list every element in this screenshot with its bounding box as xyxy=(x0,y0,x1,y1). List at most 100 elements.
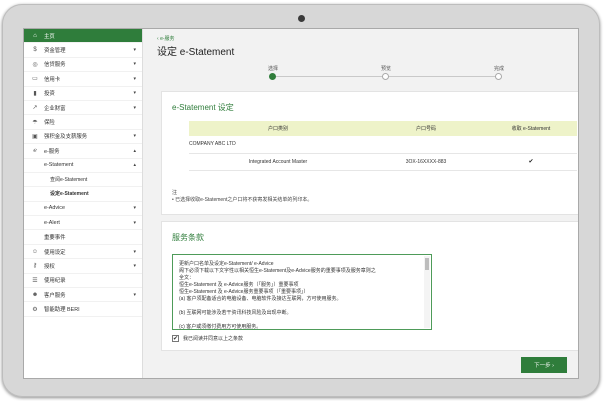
chevron-up-icon: ▴ xyxy=(133,162,136,169)
sidebar-item-label: 强积金及支薪服务 xyxy=(44,134,88,141)
sidebar-item[interactable]: ☂ 保险 xyxy=(24,115,142,130)
sidebar-item-label: e-服务 xyxy=(44,148,60,155)
sidebar-item-label: 企业财富 xyxy=(44,105,66,112)
sidebar-item-label: 投资 xyxy=(44,91,55,98)
note-text: • 已选择收取e-Statement之户口将不获寄发相关结单的列印本。 xyxy=(172,197,313,203)
receive-estatement-checkbox[interactable]: ✔ xyxy=(528,159,534,165)
lock-icon: ⚷ xyxy=(32,263,38,270)
sidebar-item-label: 设定e-Statement xyxy=(50,191,89,198)
sidebar-item[interactable]: 设定e-Statement xyxy=(24,187,142,202)
account-type-cell: Integrated Account Master xyxy=(189,153,367,171)
sidebar-nav: ⌂ 主页 $ 资金管理 ▾ ◎ 信贷服务 ▾ ▭ 信用卡 ▾ ▮ 投资 ▾ ↗ 企业财富 ▾ ☂ 保险 ▣ 强积金及支薪… xyxy=(24,29,143,378)
next-button[interactable]: 下一步 › xyxy=(521,357,567,373)
screen: ⌂ 主页 $ 资金管理 ▾ ◎ 信贷服务 ▾ ▭ 信用卡 ▾ ▮ 投资 ▾ ↗ 企业财富 ▾ ☂ 保险 ▣ 强积金及支薪… xyxy=(23,28,579,379)
terms-line: (a) 客户须配备适合的电脑设备、电脑软件及接达互联网，方可使用服务。 xyxy=(179,296,342,302)
sidebar-item[interactable]: 重要事件 xyxy=(24,230,142,245)
step-preview: 预览 xyxy=(366,65,406,80)
briefcase-icon: ▣ xyxy=(32,133,38,140)
terms-card: 服务条款 更新户口名单及设定e-Statement/ e-Advice 阁下必须下… xyxy=(161,221,578,351)
terms-textbox[interactable]: 更新户口名单及设定e-Statement/ e-Advice 阁下必须下载以下文字… xyxy=(172,254,432,330)
sidebar-item[interactable]: ⌂ 主页 xyxy=(24,29,142,44)
back-link[interactable]: ‹ e-服务 xyxy=(157,35,175,42)
chevron-down-icon: ▾ xyxy=(133,205,136,212)
sidebar-item[interactable]: ▮ 投资 ▾ xyxy=(24,87,142,101)
sidebar-item[interactable]: e-Statement ▴ xyxy=(24,159,142,173)
coins-icon: ◎ xyxy=(32,61,38,68)
sidebar-item[interactable]: $ 资金管理 ▾ xyxy=(24,43,142,58)
sidebar-item-label: 资金管理 xyxy=(44,48,66,55)
sidebar-item[interactable]: ↗ 企业财富 ▾ xyxy=(24,101,142,116)
col-receive-estatement: 收取 e-Statement xyxy=(485,121,577,136)
chevron-down-icon: ▾ xyxy=(133,133,136,140)
sidebar-item[interactable]: ℯ e-服务 ▴ xyxy=(24,144,142,159)
sidebar-item-label: e-Alert xyxy=(44,219,60,226)
sidebar-item[interactable]: ☰ 使用纪录 xyxy=(24,274,142,289)
step-dot xyxy=(382,73,389,80)
estatement-settings-card: e-Statement 设定 户口类别 户口号码 收取 e-Statement … xyxy=(161,91,578,215)
sidebar-item[interactable]: ▣ 强积金及支薪服务 ▾ xyxy=(24,130,142,145)
sidebar-item[interactable]: 查阅e-Statement xyxy=(24,173,142,188)
sidebar-item-label: 使用设定 xyxy=(44,249,66,256)
company-name: COMPANY ABC LTD xyxy=(189,136,577,154)
tablet-frame: ⌂ 主页 $ 资金管理 ▾ ◎ 信贷服务 ▾ ▭ 信用卡 ▾ ▮ 投资 ▾ ↗ 企业财富 ▾ ☂ 保险 ▣ 强积金及支薪… xyxy=(2,4,600,397)
terms-line: 恒生e-Statement 及 e-Advice服务重要事项（「重要事项」） xyxy=(179,289,309,295)
agree-label: 我已阅读并同意以上之条款 xyxy=(183,336,244,342)
account-number-cell: 3OX-16XXXX-883 xyxy=(367,153,485,171)
sidebar-item-label: 保险 xyxy=(44,120,55,127)
chevron-down-icon: ▾ xyxy=(133,47,136,54)
col-account-type: 户口类别 xyxy=(189,121,367,136)
terms-line xyxy=(179,317,417,324)
sidebar-item[interactable]: ◎ 信贷服务 ▾ xyxy=(24,58,142,73)
step-dot xyxy=(495,73,502,80)
terms-line: (b) 互联网可能涉及若干资讯科技风险及出现中断。 xyxy=(179,310,292,316)
e-service-icon: ℯ xyxy=(33,148,37,155)
sidebar-item-label: 客户服务 xyxy=(44,292,66,299)
sidebar-item[interactable]: e-Alert ▾ xyxy=(24,216,142,231)
sidebar-item[interactable]: e-Advice ▾ xyxy=(24,202,142,217)
sidebar-item[interactable]: ⚷ 授权 ▾ xyxy=(24,259,142,274)
robot-icon: ⚙ xyxy=(32,306,38,313)
terms-line: 阁下必须下载以下文字性以相关恒生e-Statement及e-Advice服务的重… xyxy=(179,268,376,274)
sidebar-item-label: 查阅e-Statement xyxy=(50,177,88,184)
sidebar-item[interactable]: ☺ 使用设定 ▾ xyxy=(24,245,142,260)
step-complete: 完成 xyxy=(479,65,519,80)
agree-checkbox[interactable]: ✔ xyxy=(172,335,179,342)
page-title: 设定 e-Statement xyxy=(157,47,235,58)
agree-terms[interactable]: ✔ 我已阅读并同意以上之条款 xyxy=(172,335,243,342)
terms-line xyxy=(179,303,417,310)
history-icon: ☰ xyxy=(32,277,38,284)
sidebar-item-label: 智能助理 BERI xyxy=(44,307,80,314)
terms-line: (c) 客户或须缴付费用方可使用服务。 xyxy=(179,324,262,330)
terms-line: 全文： xyxy=(179,275,195,281)
progress-steps: 选择 预览 完成 xyxy=(267,65,504,85)
chevron-down-icon: ▾ xyxy=(133,219,136,226)
sidebar-item-label: e-Statement xyxy=(44,162,74,169)
company-row: COMPANY ABC LTD xyxy=(189,136,577,154)
camera-icon xyxy=(298,15,305,22)
estatement-card-title: e-Statement 设定 xyxy=(172,103,234,112)
sidebar-item-label: e-Advice xyxy=(44,205,65,212)
chevron-down-icon: ▾ xyxy=(133,291,136,298)
main-content: ‹ e-服务 设定 e-Statement 选择 预览 完成 e-Stateme… xyxy=(143,29,578,378)
card-icon: ▭ xyxy=(32,76,38,83)
chevron-down-icon: ▾ xyxy=(133,75,136,82)
sidebar-item-label: 重要事件 xyxy=(44,235,66,242)
chevron-down-icon: ▾ xyxy=(133,104,136,111)
scrollbar-thumb[interactable] xyxy=(425,258,429,270)
table-row: Integrated Account Master 3OX-16XXXX-883… xyxy=(189,153,577,171)
dollar-icon: $ xyxy=(33,47,37,54)
sidebar-item[interactable]: ☻ 客户服务 ▾ xyxy=(24,288,142,303)
home-icon: ⌂ xyxy=(33,32,37,39)
sidebar-item-label: 主页 xyxy=(44,33,55,40)
account-table: 户口类别 户口号码 收取 e-Statement COMPANY ABC LTD… xyxy=(189,121,577,171)
terms-scrollbar[interactable] xyxy=(424,256,430,328)
chevron-down-icon: ▾ xyxy=(133,61,136,68)
chevron-down-icon: ▾ xyxy=(133,262,136,269)
chevron-down-icon: ▾ xyxy=(133,248,136,255)
sidebar-item[interactable]: ⚙ 智能助理 BERI xyxy=(24,302,142,317)
sidebar-item[interactable]: ▭ 信用卡 ▾ xyxy=(24,72,142,87)
note-title: 注 xyxy=(172,190,178,196)
person-icon: ☻ xyxy=(31,291,39,298)
sidebar-item-label: 使用纪录 xyxy=(44,278,66,285)
note: 注 • 已选择收取e-Statement之户口将不获寄发相关结单的列印本。 xyxy=(172,190,312,204)
